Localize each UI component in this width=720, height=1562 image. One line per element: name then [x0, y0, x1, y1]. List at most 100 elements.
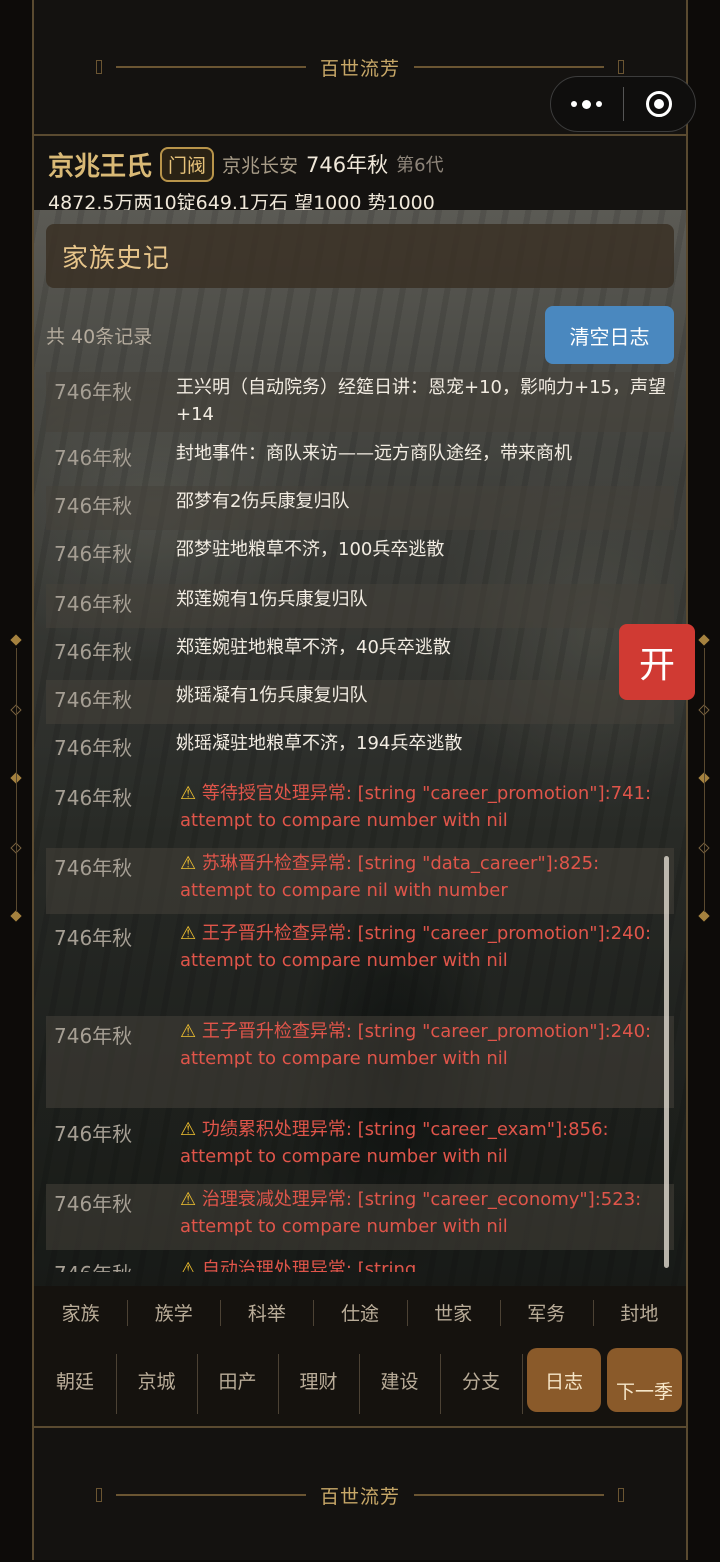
log-entry: 746年秋 郑莲婉驻地粮草不济，40兵卒逃散 [46, 632, 674, 676]
tab-branch[interactable]: 分支 [440, 1348, 522, 1412]
log-entry: 746年秋 邵梦驻地粮草不济，100兵卒逃散 [46, 534, 674, 578]
log-scrollbar[interactable] [664, 856, 669, 1268]
floating-toggle-button[interactable]: 开 [619, 624, 695, 700]
banner-title: 百世流芳 [319, 1485, 400, 1508]
tab-divider [522, 1354, 523, 1414]
tab-capital[interactable]: 京城 [116, 1348, 197, 1412]
log-time: 746年秋 [54, 786, 133, 810]
log-entry: 746年秋 郑莲婉有1伤兵康复归队 [46, 584, 674, 628]
banner-line-left [115, 1494, 306, 1496]
tab-military[interactable]: 军务 [499, 1286, 593, 1338]
record-count: 共 40条记录 [46, 326, 153, 348]
more-dots-icon[interactable] [551, 99, 623, 109]
ornament-diamond [10, 910, 22, 922]
log-time: 746年秋 [54, 542, 133, 566]
banner-title: 百世流芳 [319, 57, 400, 80]
family-header: 京兆王氏 门阀 京兆长安 746年秋 第6代 4872.5万两10锭649.1万… [48, 144, 678, 215]
log-text: 郑莲婉有1伤兵康复归队 [176, 589, 368, 610]
tab-exam[interactable]: 科举 [220, 1286, 313, 1338]
banner-cap-right [618, 1488, 624, 1502]
log-text: 封地事件：商队来访——远方商队途经，带来商机 [176, 443, 572, 464]
log-time: 746年秋 [54, 736, 133, 760]
miniprogram-capsule [550, 76, 696, 132]
log-time: 746年秋 [54, 688, 133, 712]
bottom-navigation: 家族 族学 科举 仕途 世家 军务 封地 朝廷 京城 田产 理财 建设 分支 日… [34, 1286, 686, 1426]
log-text: 功绩累积处理异常: [string "career_exam"]:856: at… [180, 1119, 609, 1167]
log-time: 746年秋 [54, 1122, 133, 1146]
banner-line-right [414, 1494, 604, 1496]
tab-estate[interactable]: 田产 [197, 1348, 278, 1412]
tab-build[interactable]: 建设 [359, 1348, 440, 1412]
log-time: 746年秋 [54, 446, 133, 470]
bottom-banner: 百世流芳 [34, 1426, 686, 1562]
log-text: 苏琳晋升检查异常: [string "data_career"]:825: at… [180, 853, 600, 901]
ornament-line [704, 648, 705, 912]
log-entry-error: 746年秋 ⚠ 王子晋升检查异常: [string "career_promot… [46, 918, 674, 1010]
log-panel: 家族史记 共 40条记录 清空日志 746年秋 王兴明（自动院务）经筵日讲：恩宠… [34, 210, 686, 1286]
log-entry-error: 746年秋 ⚠ 王子晋升检查异常: [string "career_promot… [46, 1016, 674, 1108]
log-entry: 746年秋 姚瑶凝驻地粮草不济，194兵卒逃散 [46, 728, 674, 772]
banner-cap-right [618, 60, 624, 74]
log-text: 姚瑶凝驻地粮草不济，194兵卒逃散 [176, 733, 463, 754]
log-text: 自动治理处理异常: [string [201, 1259, 417, 1272]
tab-finance[interactable]: 理财 [278, 1348, 359, 1412]
log-text: 王子晋升检查异常: [string "career_promotion"]:24… [180, 1021, 652, 1069]
warning-icon: ⚠ [180, 1189, 197, 1210]
warning-icon: ⚠ [180, 853, 197, 874]
nav-row-primary: 家族 族学 科举 仕途 世家 军务 封地 [34, 1286, 686, 1338]
banner-line-left [115, 66, 306, 68]
log-time: 746年秋 [54, 380, 133, 404]
next-season-button[interactable]: 下一季 [607, 1348, 682, 1412]
log-entry: 746年秋 邵梦有2伤兵康复归队 [46, 486, 674, 530]
log-text: 治理衰减处理异常: [string "career_economy"]:523:… [180, 1189, 642, 1237]
panel-title: 家族史记 [46, 224, 674, 288]
target-close-icon[interactable] [624, 91, 696, 117]
ornament-diamond [698, 910, 710, 922]
clear-log-button[interactable]: 清空日志 [545, 306, 674, 364]
log-time: 746年秋 [54, 592, 133, 616]
log-time: 746年秋 [54, 856, 133, 880]
tab-log-active[interactable]: 日志 [527, 1348, 601, 1412]
nav-row-secondary: 朝廷 京城 田产 理财 建设 分支 日志 下一季 [34, 1338, 686, 1424]
family-rank-badge: 门阀 [160, 146, 215, 182]
generation-label: 第6代 [396, 155, 444, 176]
log-text: 邵梦驻地粮草不济，100兵卒逃散 [176, 539, 445, 560]
log-entry-error: 746年秋 ⚠ 治理衰减处理异常: [string "career_econom… [46, 1184, 674, 1250]
log-list[interactable]: 746年秋 王兴明（自动院务）经筵日讲：恩宠+10，影响力+15，声望+14 7… [46, 372, 674, 1272]
log-text: 郑莲婉驻地粮草不济，40兵卒逃散 [176, 637, 451, 658]
log-entry: 746年秋 封地事件：商队来访——远方商队途经，带来商机 [46, 438, 674, 482]
log-time: 746年秋 [54, 640, 133, 664]
tab-school[interactable]: 族学 [127, 1286, 220, 1338]
log-entry-error: 746年秋 ⚠ 功绩累积处理异常: [string "career_exam"]… [46, 1114, 674, 1180]
log-entry-error: 746年秋 ⚠ 苏琳晋升检查异常: [string "data_career"]… [46, 848, 674, 914]
tab-clans[interactable]: 世家 [406, 1286, 500, 1338]
banner-cap-left [95, 60, 102, 74]
log-text: 邵梦有2伤兵康复归队 [176, 491, 350, 512]
log-entry: 746年秋 王兴明（自动院务）经筵日讲：恩宠+10，影响力+15，声望+14 [46, 372, 674, 432]
warning-icon: ⚠ [180, 783, 197, 804]
warning-icon: ⚠ [180, 1021, 197, 1042]
warning-icon: ⚠ [180, 923, 197, 944]
log-time: 746年秋 [54, 1192, 133, 1216]
warning-icon: ⚠ [180, 1119, 197, 1140]
tab-fief[interactable]: 封地 [592, 1286, 686, 1338]
log-entry-error: 746年秋 ⚠ 自动治理处理异常: [string [46, 1254, 674, 1272]
ornament-line [16, 648, 17, 912]
tab-family[interactable]: 家族 [34, 1286, 127, 1338]
log-time: 746年秋 [54, 1024, 133, 1048]
log-time: 746年秋 [46, 1254, 176, 1272]
log-entry: 746年秋 姚瑶凝有1伤兵康复归队 [46, 680, 674, 724]
warning-icon: ⚠ [180, 1259, 197, 1272]
log-text: 王兴明（自动院务）经筵日讲：恩宠+10，影响力+15，声望+14 [176, 377, 666, 425]
log-entry-error: 746年秋 ⚠ 等待授官处理异常: [string "career_promot… [46, 778, 674, 844]
log-text: 等待授官处理异常: [string "career_promotion"]:74… [180, 783, 652, 831]
banner-cap-left [95, 1488, 102, 1502]
log-text: 姚瑶凝有1伤兵康复归队 [176, 685, 368, 706]
tab-court[interactable]: 朝廷 [34, 1348, 116, 1412]
log-time: 746年秋 [54, 926, 133, 950]
family-name: 京兆王氏 [48, 151, 153, 182]
ornament-diamond [10, 634, 22, 646]
tab-career[interactable]: 仕途 [313, 1286, 406, 1338]
family-location: 京兆长安 [222, 154, 299, 177]
current-season: 746年秋 [306, 153, 389, 177]
